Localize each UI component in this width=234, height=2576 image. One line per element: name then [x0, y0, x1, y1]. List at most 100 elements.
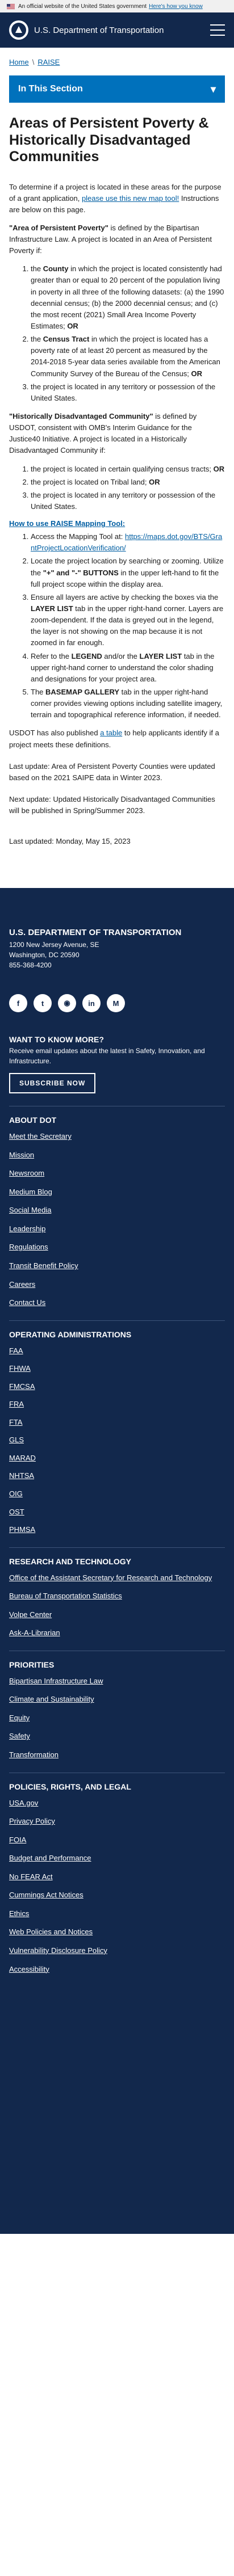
list-item: Ensure all layers are active by checking… — [31, 592, 225, 649]
footer-link[interactable]: PHMSA — [9, 1525, 225, 1535]
footer-link[interactable]: GLS — [9, 1435, 225, 1445]
footer-link[interactable]: Equity — [9, 1713, 225, 1723]
footer-link[interactable]: Transformation — [9, 1750, 225, 1760]
table-paragraph: USDOT has also published a table to help… — [9, 727, 225, 750]
footer-link[interactable]: FHWA — [9, 1363, 225, 1374]
app-definition: "Area of Persistent Poverty" is defined … — [9, 222, 225, 256]
footer-policies-links: USA.gov Privacy Policy FOIA Budget and Perf… — [9, 1798, 225, 1974]
footer-link[interactable]: Volpe Center — [9, 1610, 225, 1620]
footer-link[interactable]: Social Media — [9, 1205, 225, 1215]
want-to-know-heading: WANT TO KNOW MORE? — [9, 1035, 104, 1045]
footer-link[interactable]: Accessibility — [9, 1964, 225, 1975]
footer-link[interactable]: FTA — [9, 1417, 225, 1428]
site-header: U.S. Department of Transportation — [0, 12, 234, 48]
footer-link[interactable]: FAA — [9, 1346, 225, 1356]
howto-heading: How to use RAISE Mapping Tool: — [9, 519, 225, 528]
footer-link[interactable]: FMCSA — [9, 1382, 225, 1392]
footer-link[interactable]: NHTSA — [9, 1471, 225, 1481]
footer-link[interactable]: Privacy Policy — [9, 1816, 225, 1826]
app-criteria-list: the County in which the project is locat… — [9, 263, 225, 404]
list-item: the project is located in certain qualif… — [31, 464, 225, 475]
list-item: the project is located in any territory … — [31, 490, 225, 512]
site-name[interactable]: U.S. Department of Transportation — [34, 26, 210, 35]
footer-link[interactable]: Regulations — [9, 1242, 225, 1252]
hdc-term: "Historically Disadvantaged Community" — [9, 412, 153, 421]
last-update-note: Last update: Area of Persistent Poverty … — [9, 761, 215, 782]
footer-link[interactable]: Cummings Act Notices — [9, 1890, 225, 1900]
footer-rt-heading: RESEARCH AND TECHNOLOGY — [9, 1556, 131, 1566]
footer-oa-links: FAA FHWA FMCSA FRA FTA GLS MARAD NHTSA OIG OST PHM… — [9, 1346, 225, 1535]
main-content: Areas of Persistent Poverty & Historical… — [0, 103, 234, 881]
list-item: Refer to the LEGEND and/or the LAYER LIS… — [31, 651, 225, 685]
page-title: Areas of Persistent Poverty & Historical… — [9, 115, 209, 165]
linkedin-icon[interactable]: in — [82, 994, 101, 1013]
footer-policies-heading: POLICIES, RIGHTS, AND LEGAL — [9, 1782, 131, 1791]
footer-link[interactable]: Budget and Performance — [9, 1853, 225, 1863]
footer-link[interactable]: Safety — [9, 1731, 225, 1741]
footer-link[interactable]: Careers — [9, 1279, 225, 1290]
heres-how-you-know-link[interactable]: Here's how you know — [149, 3, 203, 10]
list-item: Locate the project location by searching… — [31, 555, 225, 590]
breadcrumb-separator: \ — [32, 58, 35, 66]
footer-link[interactable]: OIG — [9, 1489, 225, 1499]
list-item: the Census Tract in which the project is… — [31, 334, 225, 380]
footer-address-line-1: 1200 New Jersey Avenue, SE — [9, 941, 99, 949]
footer-divider — [9, 1547, 225, 1548]
footer-link[interactable]: USA.gov — [9, 1798, 225, 1808]
subscribe-button[interactable]: SUBSCRIBE NOW — [9, 1073, 96, 1094]
site-footer: U.S. DEPARTMENT OF TRANSPORTATION 1200 N… — [0, 888, 234, 2234]
footer-link[interactable]: Climate and Sustainability — [9, 1694, 225, 1704]
footer-link[interactable]: Ethics — [9, 1909, 225, 1919]
hdc-definition: "Historically Disadvantaged Community" i… — [9, 411, 225, 457]
list-item: The BASEMAP GALLERY tab in the upper rig… — [31, 687, 225, 721]
twitter-icon[interactable]: t — [34, 994, 52, 1013]
breadcrumb: Home \ RAISE — [0, 48, 234, 72]
howto-steps-list: Access the Mapping Tool at: https://maps… — [9, 531, 225, 721]
hdc-criteria-list: the project is located in certain qualif… — [9, 464, 225, 513]
footer-link[interactable]: Mission — [9, 1150, 225, 1160]
gov-banner: An official website of the United States… — [0, 0, 234, 12]
breadcrumb-raise[interactable]: RAISE — [37, 58, 60, 66]
instagram-icon[interactable]: ◉ — [58, 994, 76, 1013]
footer-link[interactable]: MARAD — [9, 1453, 225, 1463]
breadcrumb-home[interactable]: Home — [9, 58, 29, 66]
footer-link[interactable]: Newsroom — [9, 1168, 225, 1178]
table-link[interactable]: a table — [100, 729, 122, 737]
footer-about-links: Meet the Secretary Mission Newsroom Medium … — [9, 1131, 225, 1307]
footer-phone: 855-368-4200 — [9, 961, 52, 970]
footer-link[interactable]: Transit Benefit Policy — [9, 1261, 225, 1271]
footer-link[interactable]: Medium Blog — [9, 1187, 225, 1197]
footer-link[interactable]: Vulnerability Disclosure Policy — [9, 1946, 225, 1956]
menu-icon[interactable] — [210, 24, 225, 36]
list-item: the project is located on Tribal land; O… — [31, 477, 225, 488]
app-term: "Area of Persistent Poverty" — [9, 223, 108, 232]
footer-link[interactable]: Meet the Secretary — [9, 1131, 225, 1142]
footer-rt-links: Office of the Assistant Secretary for Re… — [9, 1573, 225, 1638]
footer-link[interactable]: Bureau of Transportation Statistics — [9, 1591, 225, 1601]
dot-seal-logo[interactable] — [9, 20, 28, 40]
footer-about-heading: ABOUT DOT — [9, 1116, 57, 1125]
footer-link[interactable]: Contact Us — [9, 1298, 225, 1308]
footer-link[interactable]: FOIA — [9, 1835, 225, 1845]
in-this-section-toggle[interactable]: In This Section ▾ — [9, 75, 225, 103]
footer-address-line-2: Washington, DC 20590 — [9, 951, 80, 959]
footer-link[interactable]: Web Policies and Notices — [9, 1927, 225, 1937]
medium-icon[interactable]: M — [107, 994, 125, 1013]
footer-priorities-links: Bipartisan Infrastructure Law Climate and… — [9, 1676, 225, 1760]
howto-heading-link[interactable]: How to use RAISE Mapping Tool: — [9, 519, 125, 528]
list-item: the project is located in any territory … — [31, 381, 225, 404]
footer-link[interactable]: Bipartisan Infrastructure Law — [9, 1676, 225, 1686]
footer-link[interactable]: OST — [9, 1507, 225, 1517]
social-links: f t ◉ in M — [9, 994, 225, 1013]
facebook-icon[interactable]: f — [9, 994, 27, 1013]
footer-link[interactable]: No FEAR Act — [9, 1872, 225, 1882]
list-item: Access the Mapping Tool at: https://maps… — [31, 531, 225, 554]
want-to-know-description: Receive email updates about the latest i… — [9, 1047, 205, 1065]
gov-banner-text: An official website of the United States… — [18, 3, 147, 10]
footer-link[interactable]: Office of the Assistant Secretary for Re… — [9, 1573, 225, 1583]
footer-oa-heading: OPERATING ADMINISTRATIONS — [9, 1329, 132, 1339]
footer-link[interactable]: Leadership — [9, 1224, 225, 1234]
new-map-tool-link[interactable]: please use this new map tool! — [82, 194, 179, 203]
footer-link[interactable]: Ask-A-Librarian — [9, 1628, 225, 1638]
footer-link[interactable]: FRA — [9, 1399, 225, 1409]
